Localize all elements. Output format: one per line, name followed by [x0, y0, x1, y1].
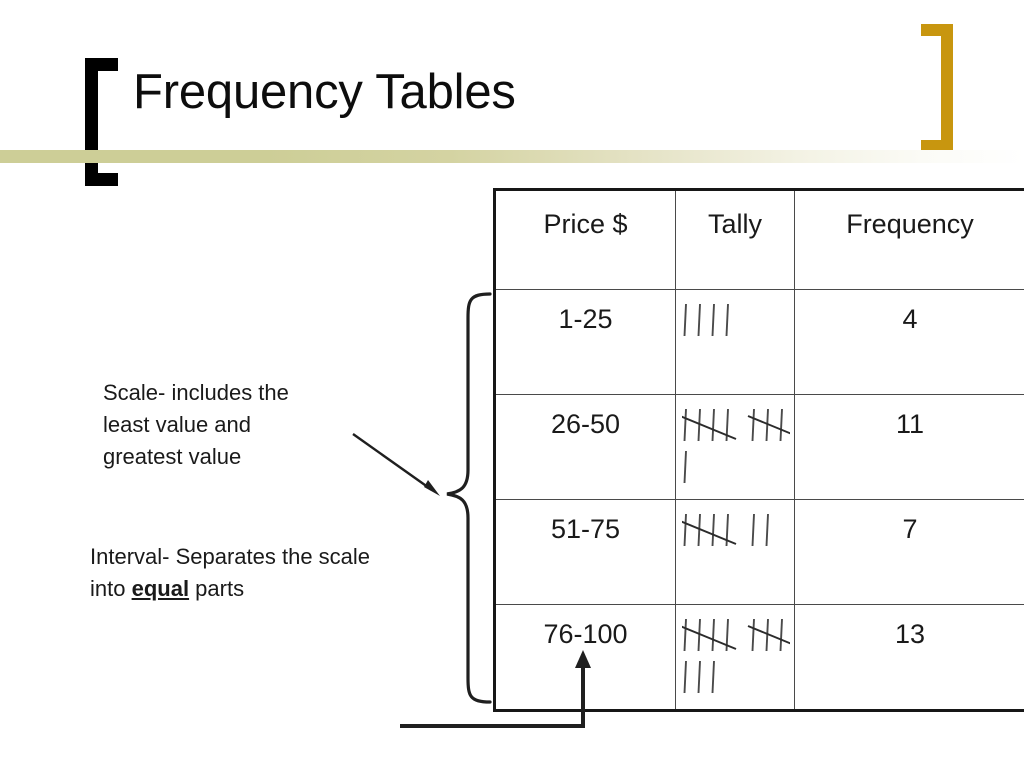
tally-marks-icon — [682, 408, 790, 484]
title-bracket-left — [85, 58, 118, 186]
tally-marks-icon — [683, 303, 729, 337]
cell-tally-3 — [675, 499, 795, 605]
cell-price-3: 51-75 — [494, 499, 676, 605]
cell-price-4-label: 76-100 — [543, 619, 628, 649]
annotation-scale-line2: least value and — [103, 412, 251, 437]
page-title: Frequency Tables — [133, 65, 516, 119]
tally-marks-icon — [682, 513, 769, 547]
column-header-price: Price $ — [494, 189, 676, 290]
cell-price-2-label: 26-50 — [550, 409, 621, 439]
cell-frequency-2: 11 — [794, 394, 1024, 500]
title-bracket-right — [921, 24, 953, 152]
table-row: 26-50 11 — [494, 394, 1024, 500]
cell-frequency-3: 7 — [794, 499, 1024, 605]
cell-tally-4 — [675, 604, 795, 711]
cell-frequency-3-label: 7 — [902, 514, 918, 544]
table-row: 1-25 4 — [494, 289, 1024, 395]
cell-price-1: 1-25 — [494, 289, 676, 395]
cell-frequency-4: 13 — [794, 604, 1024, 711]
cell-price-1-label: 1-25 — [558, 304, 613, 334]
cell-tally-2 — [675, 394, 795, 500]
title-underline-band — [0, 150, 1024, 163]
cell-tally-1 — [675, 289, 795, 395]
cell-frequency-1: 4 — [794, 289, 1024, 395]
annotation-scale: Scale- includes the least value and grea… — [103, 377, 413, 473]
table-row: 76-100 13 — [494, 604, 1024, 711]
table-row: 51-75 7 — [494, 499, 1024, 605]
column-header-frequency-label: Frequency — [846, 209, 974, 239]
column-header-tally: Tally — [675, 189, 795, 290]
cell-price-2: 26-50 — [494, 394, 676, 500]
table-header-row: Price $ Tally Frequency — [494, 189, 1024, 290]
column-header-price-label: Price $ — [543, 209, 628, 239]
cell-frequency-2-label: 11 — [895, 409, 925, 439]
row-group-brace — [446, 292, 492, 704]
cell-price-3-label: 51-75 — [550, 514, 621, 544]
tally-marks-icon — [682, 618, 790, 694]
column-header-tally-label: Tally — [707, 209, 762, 239]
column-header-frequency: Frequency — [794, 189, 1024, 290]
annotation-interval-emphasis: equal — [131, 576, 190, 601]
annotation-scale-line3: greatest value — [103, 444, 242, 469]
cell-price-4: 76-100 — [494, 604, 676, 711]
cell-frequency-4-label: 13 — [894, 619, 926, 649]
annotation-scale-line1: Scale- includes the — [103, 380, 289, 405]
annotation-interval: Interval- Separates the scale into equal… — [90, 541, 400, 605]
cell-frequency-1-label: 4 — [902, 304, 918, 334]
annotation-interval-suffix: parts — [189, 576, 245, 601]
frequency-table: Price $ Tally Frequency 1-25 4 26-50 11 … — [493, 188, 1024, 712]
